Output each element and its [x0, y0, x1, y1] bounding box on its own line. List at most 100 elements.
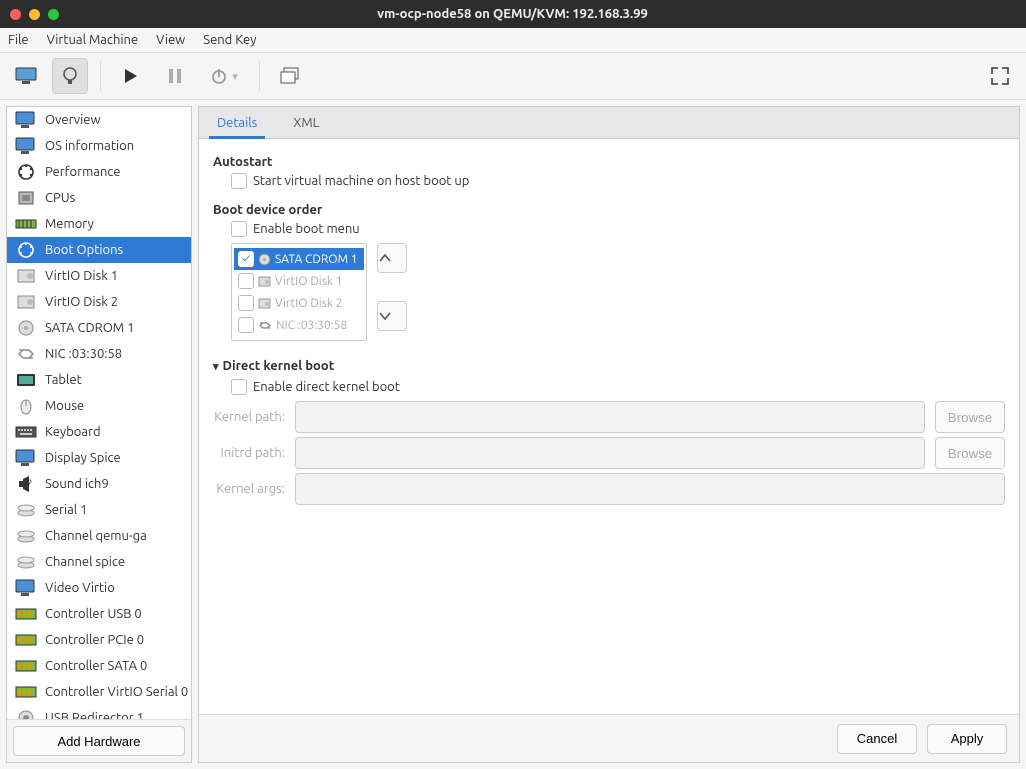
- boot-device-checkbox[interactable]: [238, 317, 254, 333]
- sidebar-item-tablet[interactable]: Tablet: [7, 367, 191, 393]
- sidebar-item-cpus[interactable]: CPUs: [7, 185, 191, 211]
- cancel-button[interactable]: Cancel: [837, 724, 917, 754]
- menu-view[interactable]: View: [156, 33, 185, 47]
- kernel-args-label: Kernel args:: [213, 482, 285, 496]
- sidebar-item-mouse[interactable]: Mouse: [7, 393, 191, 419]
- pause-button[interactable]: [157, 58, 193, 94]
- display-icon: [15, 449, 37, 467]
- sidebar-item-usbredir[interactable]: USB Redirector 1: [7, 705, 191, 719]
- ctlvserial-icon: [15, 683, 37, 701]
- sidebar-item-label: USB Redirector 1: [45, 711, 144, 719]
- fullscreen-button[interactable]: [982, 58, 1018, 94]
- cpus-icon: [15, 189, 37, 207]
- titlebar: vm-ocp-node58 on QEMU/KVM: 192.168.3.99: [0, 0, 1026, 28]
- boot-device-label: SATA CDROM 1: [275, 253, 358, 266]
- sidebar-item-label: CPUs: [45, 191, 75, 205]
- sidebar-item-overview[interactable]: Overview: [7, 107, 191, 133]
- boot-device-checkbox[interactable]: [238, 251, 254, 267]
- autostart-checkbox[interactable]: [231, 173, 247, 189]
- window-title: vm-ocp-node58 on QEMU/KVM: 192.168.3.99: [59, 7, 966, 21]
- hardware-sidebar: OverviewOS information Performance CPUs Mem…: [6, 106, 192, 763]
- window-controls: [10, 9, 59, 20]
- boot-device-checkbox[interactable]: [238, 295, 254, 311]
- direct-kernel-expander[interactable]: Direct kernel boot: [213, 359, 1005, 373]
- boot-move-down-button[interactable]: [377, 301, 407, 331]
- sidebar-item-keyboard[interactable]: Keyboard: [7, 419, 191, 445]
- boot-move-up-button[interactable]: [377, 243, 407, 273]
- sidebar-item-chanspice[interactable]: Channel spice: [7, 549, 191, 575]
- boot-device-row[interactable]: SATA CDROM 1: [234, 248, 364, 270]
- enable-kernel-row[interactable]: Enable direct kernel boot: [231, 379, 1005, 395]
- boot-device-list[interactable]: SATA CDROM 1 VirtIO Disk 1VirtIO Disk 2NI…: [231, 243, 367, 341]
- sidebar-item-label: SATA CDROM 1: [45, 321, 134, 335]
- sidebar-item-vdisk2[interactable]: VirtIO Disk 2: [7, 289, 191, 315]
- snapshots-button[interactable]: [272, 58, 308, 94]
- sidebar-item-boot[interactable]: Boot Options: [7, 237, 191, 263]
- sidebar-item-ctlvserial[interactable]: Controller VirtIO Serial 0: [7, 679, 191, 705]
- initrd-browse-button: Browse: [935, 437, 1005, 469]
- boot-device-row[interactable]: VirtIO Disk 1: [234, 270, 364, 292]
- boot-device-row[interactable]: VirtIO Disk 2: [234, 292, 364, 314]
- fullscreen-icon: [991, 67, 1009, 85]
- serial-icon: [15, 501, 37, 519]
- run-button[interactable]: [113, 58, 149, 94]
- sidebar-item-label: Sound ich9: [45, 477, 109, 491]
- sidebar-item-vdisk1[interactable]: VirtIO Disk 1: [7, 263, 191, 289]
- menu-send-key[interactable]: Send Key: [203, 33, 256, 47]
- enable-boot-menu-label: Enable boot menu: [253, 222, 360, 236]
- enable-kernel-checkbox[interactable]: [231, 379, 247, 395]
- shutdown-button[interactable]: ▾: [201, 58, 247, 94]
- sidebar-item-video[interactable]: Video Virtio: [7, 575, 191, 601]
- sidebar-item-ctlusb[interactable]: Controller USB 0: [7, 601, 191, 627]
- menu-virtual-machine[interactable]: Virtual Machine: [47, 33, 139, 47]
- tab-xml[interactable]: XML: [275, 108, 337, 138]
- details-button[interactable]: [52, 58, 88, 94]
- boot-device-checkbox[interactable]: [238, 273, 254, 289]
- sidebar-item-memory[interactable]: Memory: [7, 211, 191, 237]
- sidebar-item-label: Serial 1: [45, 503, 87, 517]
- sidebar-item-osinfo[interactable]: OS information: [7, 133, 191, 159]
- kernel-path-input: [295, 401, 925, 433]
- kernel-browse-button: Browse: [935, 401, 1005, 433]
- sidebar-item-label: NIC :03:30:58: [45, 347, 122, 361]
- sidebar-item-cdrom[interactable]: SATA CDROM 1: [7, 315, 191, 341]
- enable-boot-menu-row[interactable]: Enable boot menu: [231, 221, 1005, 237]
- boot-device-row[interactable]: NIC :03:30:58: [234, 314, 364, 336]
- apply-button[interactable]: Apply: [927, 724, 1007, 754]
- boot-order-title: Boot device order: [213, 203, 1005, 217]
- footer: Cancel Apply: [199, 714, 1019, 762]
- hardware-list[interactable]: OverviewOS information Performance CPUs Mem…: [7, 107, 191, 719]
- sidebar-item-display[interactable]: Display Spice: [7, 445, 191, 471]
- maximize-window-button[interactable]: [48, 9, 59, 20]
- sidebar-item-label: VirtIO Disk 1: [45, 269, 118, 283]
- sidebar-item-label: Performance: [45, 165, 121, 179]
- sound-icon: ♪: [15, 475, 37, 493]
- sidebar-item-label: Controller SATA 0: [45, 659, 147, 673]
- enable-boot-menu-checkbox[interactable]: [231, 221, 247, 237]
- sidebar-item-performance[interactable]: Performance: [7, 159, 191, 185]
- sidebar-item-ctlpcie[interactable]: Controller PCIe 0: [7, 627, 191, 653]
- nic-icon: [258, 320, 272, 331]
- sidebar-item-chanqemu[interactable]: Channel qemu-ga: [7, 523, 191, 549]
- cdrom-icon: [15, 319, 37, 337]
- kernel-args-input: [295, 473, 1005, 505]
- nic-icon: [15, 345, 37, 363]
- sidebar-item-ctlsata[interactable]: Controller SATA 0: [7, 653, 191, 679]
- add-hardware-button[interactable]: Add Hardware: [13, 726, 185, 756]
- menubar: File Virtual Machine View Send Key: [0, 28, 1026, 53]
- autostart-checkbox-row[interactable]: Start virtual machine on host boot up: [231, 173, 1005, 189]
- kernel-path-label: Kernel path:: [213, 410, 285, 424]
- sidebar-item-sound[interactable]: ♪ Sound ich9: [7, 471, 191, 497]
- tab-details[interactable]: Details: [199, 108, 275, 138]
- sidebar-item-serial[interactable]: Serial 1: [7, 497, 191, 523]
- lightbulb-icon: [60, 66, 80, 86]
- console-button[interactable]: [8, 58, 44, 94]
- ctlsata-icon: [15, 657, 37, 675]
- sidebar-item-label: Keyboard: [45, 425, 101, 439]
- sidebar-item-nic[interactable]: NIC :03:30:58: [7, 341, 191, 367]
- usbredir-icon: [15, 709, 37, 719]
- close-window-button[interactable]: [10, 9, 21, 20]
- initrd-path-input: [295, 437, 925, 469]
- menu-file[interactable]: File: [8, 33, 29, 47]
- minimize-window-button[interactable]: [29, 9, 40, 20]
